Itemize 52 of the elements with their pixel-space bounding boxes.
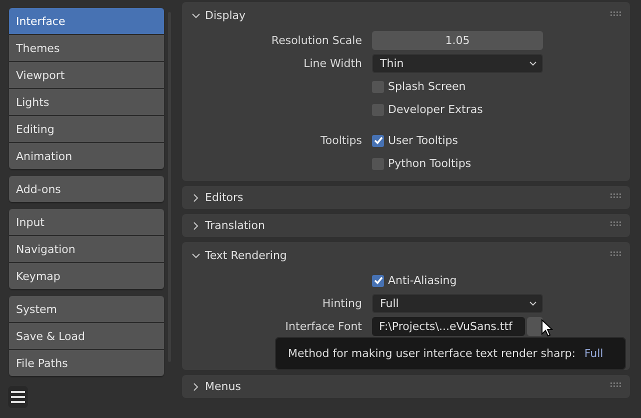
sidebar-item[interactable]: System	[9, 296, 164, 322]
menu-icon	[11, 391, 25, 403]
chevron-right-icon[interactable]	[192, 222, 200, 230]
field-label: Line Width	[304, 57, 362, 70]
cursor-icon	[541, 319, 553, 337]
sidebar-item[interactable]: Input	[9, 209, 164, 235]
checkbox-label[interactable]: User Tooltips	[388, 134, 458, 147]
field-label: Tooltips	[320, 134, 362, 147]
path-field[interactable]: F:\Projects\...eVuSans.ttf	[372, 317, 525, 336]
panel-title[interactable]: Editors	[205, 191, 605, 204]
number-field[interactable]: 1.05	[372, 31, 543, 50]
grip-icon[interactable]	[610, 192, 622, 198]
checkbox-label[interactable]: Developer Extras	[388, 103, 483, 116]
sidebar-item[interactable]: Lights	[9, 89, 164, 115]
caret-icon	[529, 301, 537, 306]
checkbox-label[interactable]: Python Tooltips	[388, 157, 472, 170]
sidebar-item[interactable]: Add-ons	[9, 176, 164, 202]
field-label: Resolution Scale	[271, 34, 362, 47]
sidebar-item[interactable]: Save & Load	[9, 323, 164, 349]
tooltip-text: Method for making user interface text render sharp:	[288, 347, 576, 360]
chevron-down-icon[interactable]	[192, 252, 200, 260]
grip-icon[interactable]	[610, 382, 622, 388]
checkbox-label[interactable]: Anti-Aliasing	[388, 274, 457, 287]
field-label: Interface Font	[285, 320, 362, 333]
caret-icon	[529, 61, 537, 66]
checkbox[interactable]	[372, 134, 384, 146]
chevron-right-icon[interactable]	[192, 194, 200, 202]
panel-title[interactable]: Text Rendering	[205, 249, 605, 262]
dropdown[interactable]: Full	[372, 294, 543, 313]
dropdown[interactable]: Thin	[372, 54, 543, 73]
grip-icon[interactable]	[610, 10, 622, 16]
sidebar-item[interactable]: File Paths	[9, 350, 164, 376]
field-label: Hinting	[322, 297, 362, 310]
sidebar-item[interactable]: Keymap	[9, 263, 164, 289]
menu-button[interactable]	[8, 386, 28, 408]
chevron-down-icon[interactable]	[192, 12, 200, 20]
panel-title[interactable]: Translation	[205, 219, 605, 232]
grip-icon[interactable]	[610, 220, 622, 226]
checkbox[interactable]	[372, 274, 384, 286]
sidebar-item[interactable]: Editing	[9, 116, 164, 142]
sidebar-item[interactable]: Themes	[9, 35, 164, 61]
folder-button[interactable]	[527, 317, 543, 336]
panel-title[interactable]: Menus	[205, 380, 605, 393]
sidebar-item[interactable]: Navigation	[9, 236, 164, 262]
sidebar-item[interactable]: Animation	[9, 143, 164, 169]
sidebar-item[interactable]: Interface	[9, 8, 164, 34]
grip-icon[interactable]	[610, 250, 622, 256]
checkbox-label[interactable]: Splash Screen	[388, 80, 466, 93]
sidebar-item[interactable]: Viewport	[9, 62, 164, 88]
chevron-right-icon[interactable]	[192, 382, 200, 390]
tooltip-value: Full	[584, 347, 604, 360]
panel-title[interactable]: Display	[205, 9, 605, 22]
